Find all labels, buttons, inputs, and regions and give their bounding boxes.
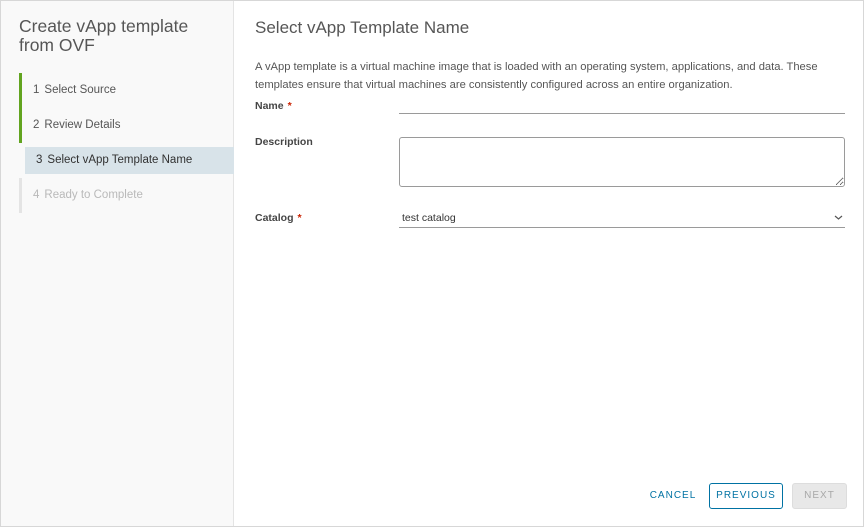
catalog-selected-value: test catalog (402, 212, 456, 224)
next-button[interactable]: NEXT (792, 483, 847, 509)
required-mark: * (287, 100, 292, 112)
step-number: 3 (36, 154, 43, 166)
description-textarea[interactable] (399, 137, 845, 187)
page-description: A vApp template is a virtual machine ima… (255, 61, 818, 91)
required-mark: * (297, 212, 302, 224)
catalog-label: Catalog * (255, 212, 302, 224)
catalog-label-text: Catalog (255, 212, 294, 224)
step-review-details[interactable]: 2 Review Details (19, 108, 234, 143)
wizard-dialog: Create vApp template from OVF 1 Select So… (0, 0, 864, 527)
page-title: Select vApp Template Name (255, 18, 470, 37)
step-number: 2 (33, 119, 40, 131)
step-select-source[interactable]: 1 Select Source (19, 73, 234, 108)
catalog-select[interactable]: test catalog (399, 209, 845, 228)
step-label: Select vApp Template Name (47, 154, 193, 166)
step-label: Ready to Complete (44, 189, 143, 201)
previous-button[interactable]: PREVIOUS (709, 483, 783, 509)
wizard-steps: 1 Select Source 2 Review Details 3 Select v… (19, 73, 234, 213)
name-label: Name * (255, 100, 292, 112)
wizard-content: Select vApp Template Name A vApp templat… (235, 1, 863, 526)
cancel-button[interactable]: CANCEL (643, 483, 703, 509)
step-label: Review Details (44, 119, 121, 131)
step-number: 1 (33, 84, 40, 96)
step-select-vapp-template-name[interactable]: 3 Select vApp Template Name (25, 147, 234, 174)
name-label-text: Name (255, 100, 284, 112)
step-ready-to-complete: 4 Ready to Complete (19, 178, 234, 213)
step-number: 4 (33, 189, 40, 201)
name-input[interactable] (399, 97, 845, 114)
description-label: Description (255, 136, 313, 148)
chevron-down-icon (834, 215, 843, 220)
wizard-sidebar: Create vApp template from OVF 1 Select So… (1, 1, 234, 526)
wizard-title: Create vApp template from OVF (19, 16, 189, 55)
step-label: Select Source (44, 84, 117, 96)
